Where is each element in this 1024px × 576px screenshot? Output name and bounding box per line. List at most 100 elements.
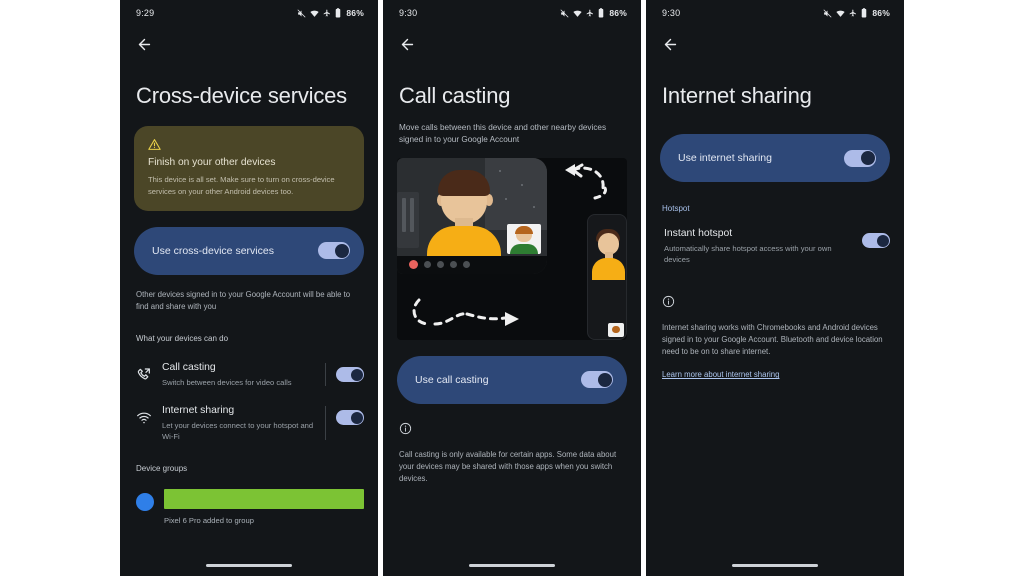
mute-icon <box>560 8 569 18</box>
illustration-thumb-body <box>510 243 538 254</box>
gesture-nav-bar[interactable] <box>732 563 818 567</box>
illustration-hair <box>438 169 490 196</box>
toggle-switch[interactable] <box>336 410 364 426</box>
gesture-nav-bar[interactable] <box>469 563 555 567</box>
list-item-subtitle: Switch between devices for video calls <box>162 378 292 388</box>
page-title: Cross-device services <box>136 83 347 108</box>
status-time: 9:30 <box>662 8 681 18</box>
footnote-text: Internet sharing works with Chromebooks … <box>662 323 883 357</box>
back-button[interactable] <box>646 26 904 62</box>
info-circle-icon <box>662 295 888 308</box>
toggle-switch[interactable] <box>862 233 890 249</box>
end-call-dot <box>409 260 418 270</box>
list-item-subtitle: Let your devices connect to your hotspot… <box>162 421 314 442</box>
wifi-icon <box>836 9 845 18</box>
status-time: 9:30 <box>399 8 418 18</box>
phone-screen-internet-sharing: 9:30 86% Internet sharing Use internet s… <box>646 0 904 576</box>
status-icon-group: 86% <box>823 8 890 18</box>
airplane-icon <box>323 9 331 17</box>
toggle-switch[interactable] <box>336 367 364 383</box>
phone-screen-call-casting: 9:30 86% Call casting Move calls between… <box>383 0 641 576</box>
back-button[interactable] <box>383 26 641 62</box>
help-text: Other devices signed in to your Google A… <box>136 289 351 311</box>
illustration-thumb-hair <box>515 225 533 234</box>
list-item-text: Instant hotspot Automatically share hots… <box>662 227 862 265</box>
page-subtitle: Move calls between this device and other… <box>399 123 607 145</box>
capability-list: Call casting Switch between devices for … <box>120 353 378 450</box>
arrow-left-icon <box>136 36 153 53</box>
battery-icon <box>335 8 341 18</box>
airplane-icon <box>586 9 594 17</box>
list-item-title: Call casting <box>162 362 216 374</box>
device-group-body: Pixel 6 Pro added to group <box>164 489 364 525</box>
back-button[interactable] <box>120 26 378 62</box>
status-bar: 9:30 86% <box>646 0 904 26</box>
warning-body: This device is all set. Make sure to tur… <box>148 175 335 196</box>
row-divider <box>325 406 326 441</box>
list-item-internet-sharing[interactable]: Internet sharing Let your devices connec… <box>120 396 378 450</box>
toggle-switch[interactable] <box>318 242 350 260</box>
toggle-card-label: Use internet sharing <box>678 152 772 165</box>
mute-icon <box>297 8 306 18</box>
page-title: Internet sharing <box>662 83 812 108</box>
illustration-shelf-bar <box>410 197 414 232</box>
arrow-left-icon <box>662 36 679 53</box>
list-item-title: Internet sharing <box>162 405 235 417</box>
section-header-device-groups: Device groups <box>136 464 188 474</box>
airplane-icon <box>849 9 857 17</box>
hotspot-list: Instant hotspot Automatically share hots… <box>646 223 904 273</box>
device-group-item[interactable]: Pixel 6 Pro added to group <box>120 477 378 525</box>
illustration-receiving-phone <box>587 213 627 340</box>
page-title: Call casting <box>399 83 511 108</box>
warning-triangle-icon <box>148 138 350 151</box>
screenshot-stage: 9:29 86% Cross-device services Finish on… <box>0 0 1024 576</box>
illustration-dot <box>533 205 535 208</box>
toggle-knob <box>350 368 363 381</box>
illustration-arrow-up-left <box>553 158 627 214</box>
phone-screen-cross-device-services: 9:29 86% Cross-device services Finish on… <box>120 0 378 576</box>
illustration-torso <box>592 257 625 280</box>
toggle-knob <box>334 243 349 258</box>
toggle-card-label: Use cross-device services <box>152 244 274 257</box>
illustration-call-controls <box>397 255 547 274</box>
toggle-knob <box>597 372 612 387</box>
info-row <box>646 295 904 308</box>
status-bar: 9:29 86% <box>120 0 378 26</box>
illustration-self-view-thumbnail <box>507 223 541 254</box>
list-item-call-casting[interactable]: Call casting Switch between devices for … <box>120 353 378 396</box>
call-casting-illustration <box>397 157 627 340</box>
list-item-title: Instant hotspot <box>664 228 733 240</box>
status-icon-group: 86% <box>297 8 364 18</box>
control-dot <box>437 261 444 269</box>
wifi-icon <box>573 9 582 18</box>
list-item-switch-wrap[interactable] <box>336 361 364 383</box>
wifi-icon <box>310 9 319 18</box>
arrow-left-icon <box>399 36 416 53</box>
mute-icon <box>823 8 832 18</box>
control-dot <box>450 261 457 269</box>
battery-percent: 86% <box>346 8 364 18</box>
gesture-nav-bar[interactable] <box>206 563 292 567</box>
learn-more-link[interactable]: Learn more about internet sharing <box>646 370 795 379</box>
illustration-torso <box>427 225 501 260</box>
toggle-switch[interactable] <box>581 371 613 389</box>
illustration-person <box>427 169 501 260</box>
illustration-arrow-down-right <box>405 290 540 334</box>
control-dot <box>424 261 431 269</box>
list-item-switch-wrap[interactable] <box>336 404 364 426</box>
warning-card: Finish on your other devices This device… <box>134 126 364 211</box>
device-avatar <box>136 493 154 512</box>
list-item-text: Call casting Switch between devices for … <box>162 361 325 388</box>
redaction-block <box>164 489 364 510</box>
use-internet-sharing-toggle-card[interactable]: Use internet sharing <box>660 134 890 183</box>
illustration-dot <box>505 197 507 200</box>
use-call-casting-toggle-card[interactable]: Use call casting <box>397 355 627 404</box>
toggle-knob <box>876 234 889 247</box>
illustration-shelf-bar <box>402 197 406 232</box>
list-item-instant-hotspot[interactable]: Instant hotspot Automatically share hots… <box>646 223 904 273</box>
status-time: 9:29 <box>136 8 155 18</box>
toggle-knob <box>860 151 875 166</box>
use-cross-device-services-toggle-card[interactable]: Use cross-device services <box>134 226 364 275</box>
toggle-switch[interactable] <box>844 149 876 167</box>
list-item-switch-wrap[interactable] <box>862 227 890 249</box>
